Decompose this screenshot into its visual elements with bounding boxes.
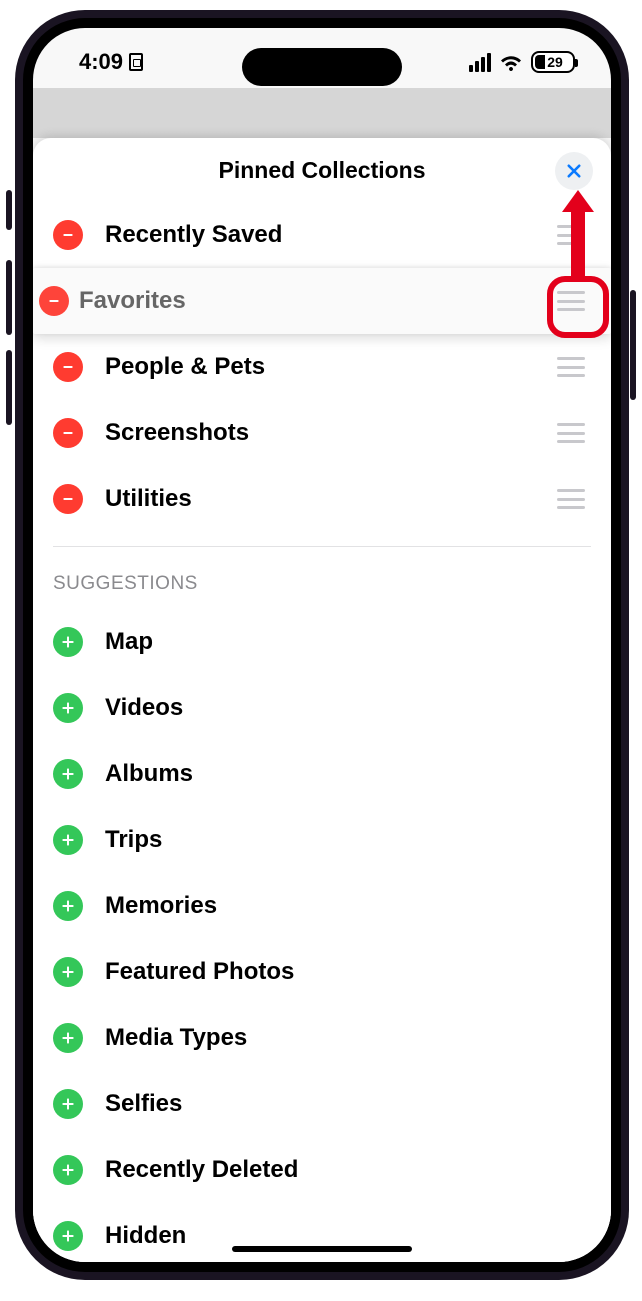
cellular-icon [469,53,491,72]
plus-icon [60,964,76,980]
pinned-row-utilities[interactable]: Utilities [33,466,611,532]
dynamic-island [242,48,402,86]
minus-icon [60,359,76,375]
row-label: Utilities [105,485,557,513]
plus-icon [60,1162,76,1178]
row-label: Memories [105,892,591,920]
drag-handle[interactable] [557,489,585,509]
add-button[interactable] [53,1023,83,1053]
battery-icon: 29 [531,51,575,73]
add-button[interactable] [53,891,83,921]
row-label: Recently Deleted [105,1156,591,1184]
drag-handle[interactable] [557,423,585,443]
row-label: Map [105,628,591,656]
row-label: Selfies [105,1090,591,1118]
phone-volume-down [6,350,12,425]
suggestions-header: SUGGESTIONS [33,547,611,609]
home-indicator[interactable] [232,1246,412,1252]
pinned-row-screenshots[interactable]: Screenshots [33,400,611,466]
plus-icon [60,1096,76,1112]
suggestion-row-recently-deleted[interactable]: Recently Deleted [33,1137,611,1203]
remove-button[interactable] [53,418,83,448]
plus-icon [60,634,76,650]
suggestion-row-selfies[interactable]: Selfies [33,1071,611,1137]
pinned-row-people-pets[interactable]: People & Pets [33,334,611,400]
drag-handle[interactable] [557,291,585,311]
plus-icon [60,1030,76,1046]
pinned-row-favorites[interactable]: Favorites [33,268,611,334]
row-label: Recently Saved [105,221,557,249]
suggestion-row-hidden[interactable]: Hidden [33,1203,611,1262]
suggestion-row-videos[interactable]: Videos [33,675,611,741]
add-button[interactable] [53,627,83,657]
suggestion-row-media-types[interactable]: Media Types [33,1005,611,1071]
row-label: Favorites [79,287,557,315]
drag-handle[interactable] [557,357,585,377]
suggestion-row-memories[interactable]: Memories [33,873,611,939]
add-button[interactable] [53,825,83,855]
plus-icon [60,898,76,914]
add-button[interactable] [53,957,83,987]
plus-icon [60,1228,76,1244]
collections-list[interactable]: Recently Saved Favorites [33,202,611,1262]
row-label: People & Pets [105,353,557,381]
add-button[interactable] [53,693,83,723]
row-label: Trips [105,826,591,854]
row-label: Videos [105,694,591,722]
row-label: Featured Photos [105,958,591,986]
add-button[interactable] [53,759,83,789]
phone-frame: 4:09 29 Pinned Colle [15,10,629,1280]
minus-icon [46,293,62,309]
sheet-header: Pinned Collections [33,138,611,202]
add-button[interactable] [53,1221,83,1251]
suggestion-row-trips[interactable]: Trips [33,807,611,873]
plus-icon [60,832,76,848]
pinned-row-recently-saved[interactable]: Recently Saved [33,202,611,268]
phone-volume-up [6,260,12,335]
minus-icon [60,491,76,507]
remove-button[interactable] [39,286,69,316]
row-label: Screenshots [105,419,557,447]
close-icon [565,162,583,180]
add-button[interactable] [53,1155,83,1185]
pinned-collections-sheet: Pinned Collections Recently Saved [33,138,611,1262]
minus-icon [60,227,76,243]
focus-icon [129,53,143,71]
remove-button[interactable] [53,220,83,250]
phone-power-button [630,290,636,400]
remove-button[interactable] [53,352,83,382]
drag-handle[interactable] [557,225,585,245]
suggestion-row-albums[interactable]: Albums [33,741,611,807]
wifi-icon [499,53,523,71]
row-label: Albums [105,760,591,788]
background-sheet [33,88,611,138]
plus-icon [60,766,76,782]
add-button[interactable] [53,1089,83,1119]
sheet-title: Pinned Collections [218,157,425,184]
suggestion-row-featured-photos[interactable]: Featured Photos [33,939,611,1005]
remove-button[interactable] [53,484,83,514]
close-button[interactable] [555,152,593,190]
suggestion-row-map[interactable]: Map [33,609,611,675]
status-time: 4:09 [79,49,123,75]
row-label: Media Types [105,1024,591,1052]
phone-silence-switch [6,190,12,230]
minus-icon [60,425,76,441]
plus-icon [60,700,76,716]
